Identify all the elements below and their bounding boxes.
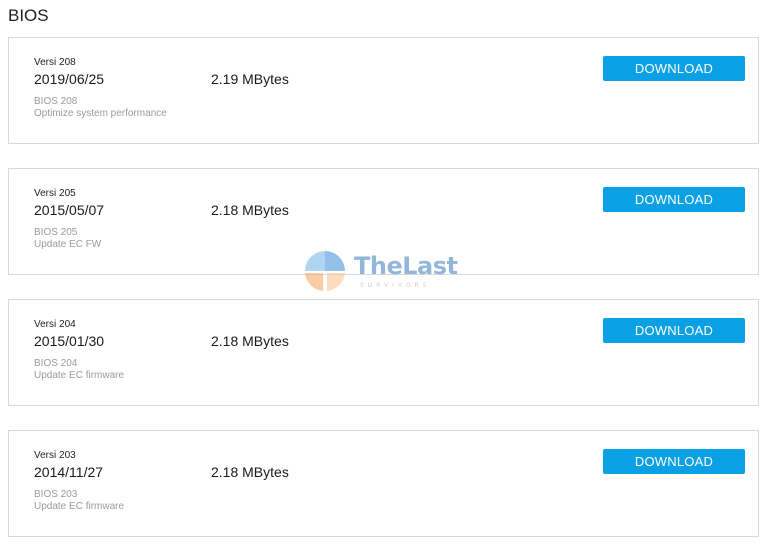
version-label: Versi 203 (34, 450, 76, 461)
download-button[interactable]: DOWNLOAD (603, 449, 745, 474)
bios-download-card: Versi 203 2014/11/27 2.18 MBytes BIOS 20… (8, 430, 759, 537)
bios-description: Update EC firmware (34, 370, 125, 381)
bios-download-page: BIOS Versi 208 2019/06/25 2.19 MBytes BI… (0, 0, 768, 544)
release-date: 2015/01/30 (34, 333, 105, 349)
download-button[interactable]: DOWNLOAD (603, 318, 745, 343)
version-label: Versi 205 (34, 188, 76, 199)
bios-download-card: Versi 204 2015/01/30 2.18 MBytes BIOS 20… (8, 299, 759, 406)
download-button[interactable]: DOWNLOAD (603, 56, 745, 81)
file-size: 2.18 MBytes (211, 202, 289, 218)
file-size: 2.19 MBytes (211, 71, 289, 87)
bios-name: BIOS 204 (34, 358, 78, 369)
version-label: Versi 208 (34, 57, 76, 68)
bios-description: Optimize system performance (34, 108, 167, 119)
release-date: 2019/06/25 (34, 71, 105, 87)
bios-name: BIOS 205 (34, 227, 78, 238)
bios-name: BIOS 208 (34, 96, 78, 107)
bios-description: Update EC firmware (34, 501, 125, 512)
page-title: BIOS (8, 6, 49, 25)
download-button[interactable]: DOWNLOAD (603, 187, 745, 212)
file-size: 2.18 MBytes (211, 464, 289, 480)
version-label: Versi 204 (34, 319, 76, 330)
bios-name: BIOS 203 (34, 489, 78, 500)
bios-download-card: Versi 205 2015/05/07 2.18 MBytes BIOS 20… (8, 168, 759, 275)
bios-download-card: Versi 208 2019/06/25 2.19 MBytes BIOS 20… (8, 37, 759, 144)
watermark-tagline: SURVIVORS (360, 282, 431, 289)
file-size: 2.18 MBytes (211, 333, 289, 349)
release-date: 2014/11/27 (34, 464, 104, 480)
bios-description: Update EC FW (34, 239, 102, 250)
release-date: 2015/05/07 (34, 202, 105, 218)
